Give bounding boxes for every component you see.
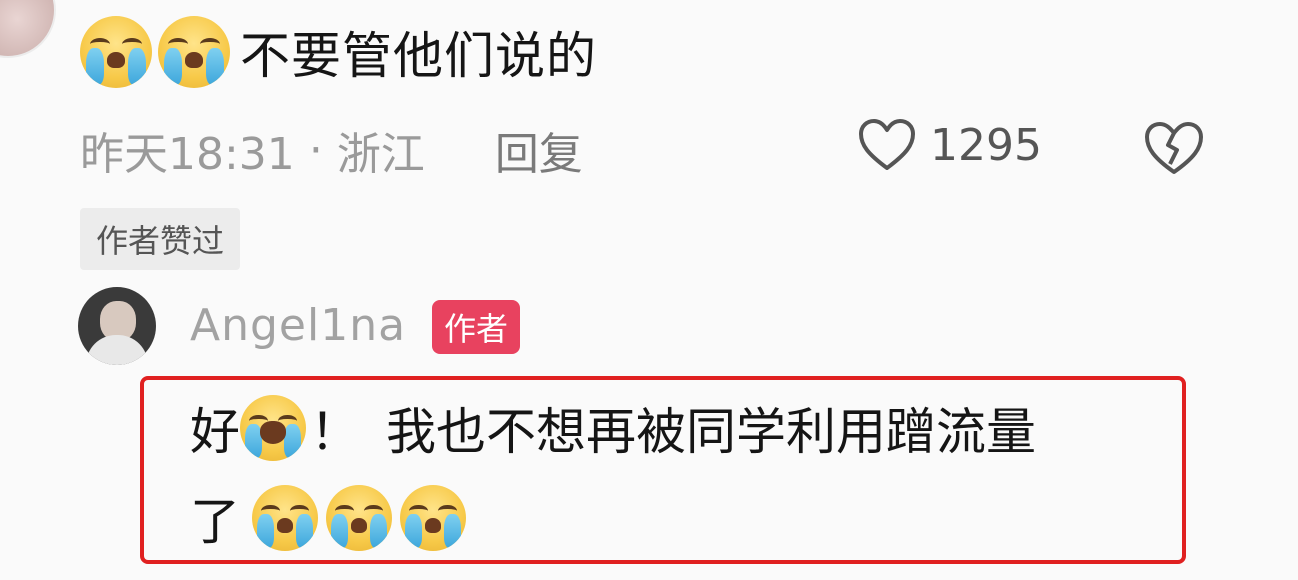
like-button[interactable]: 1295 bbox=[858, 118, 1042, 172]
commenter-avatar[interactable] bbox=[0, 0, 56, 58]
like-count: 1295 bbox=[930, 119, 1042, 171]
author-badge: 作者 bbox=[432, 300, 521, 354]
reply-prefix: 好 bbox=[190, 403, 240, 461]
comment-text: 不要管他们说的 bbox=[240, 27, 597, 85]
comment-meta: 昨天18:31 · 浙江 回复 bbox=[80, 118, 583, 182]
wailing-face-icon bbox=[240, 395, 306, 461]
dislike-button[interactable] bbox=[1143, 120, 1205, 180]
crying-face-icon bbox=[400, 485, 466, 551]
reply-text-line-2: 了 bbox=[190, 482, 466, 554]
comment-body: 不要管他们说的 bbox=[80, 16, 597, 88]
comment-location: 浙江 bbox=[336, 129, 425, 180]
reply-text: 我也不想再被同学利用蹭流量 bbox=[386, 403, 1036, 461]
crying-face-icon bbox=[158, 16, 230, 88]
broken-heart-icon bbox=[1145, 122, 1203, 174]
comment-time: 昨天18:31 bbox=[80, 129, 295, 180]
reply-username[interactable]: Angel1na bbox=[190, 300, 406, 351]
crying-face-icon bbox=[252, 485, 318, 551]
crying-face-icon bbox=[80, 16, 152, 88]
reply-button[interactable]: 回复 bbox=[495, 118, 583, 182]
reply-exclamation: ！ bbox=[310, 403, 360, 461]
meta-separator: · bbox=[308, 124, 323, 176]
reply-text-end: 了 bbox=[190, 493, 240, 551]
heart-icon bbox=[859, 119, 915, 170]
author-liked-badge: 作者赞过 bbox=[80, 208, 241, 270]
reply-avatar[interactable] bbox=[78, 287, 156, 365]
reply-text-line-1: 好 ！ 我也不想再被同学利用蹭流量 bbox=[190, 392, 1036, 464]
crying-face-icon bbox=[326, 485, 392, 551]
